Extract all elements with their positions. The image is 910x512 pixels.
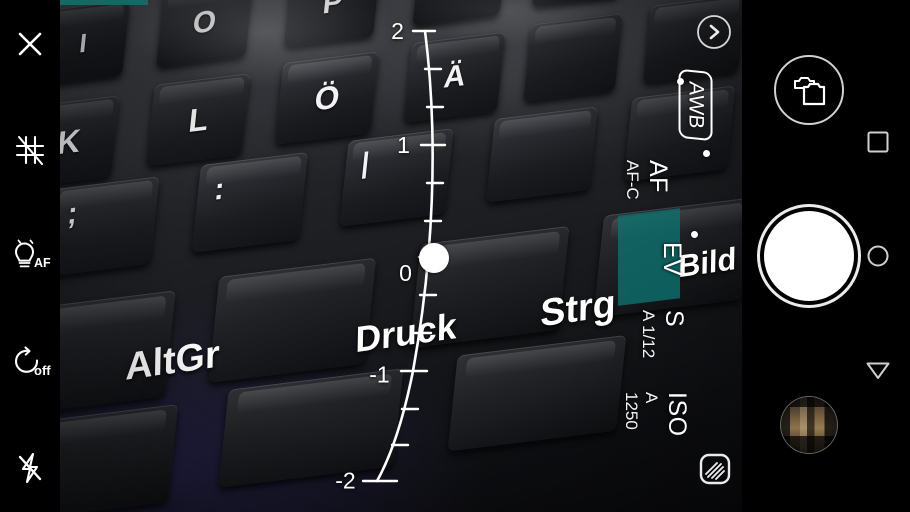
gallery-thumbnail[interactable] xyxy=(780,396,838,454)
preview-top-tint xyxy=(60,0,148,5)
camera-app-root: I O P K L Ö Ä ; : | AltGr Druck Strg Bil… xyxy=(0,0,910,512)
nav-home-button[interactable] xyxy=(860,238,896,274)
flash-off-icon[interactable] xyxy=(0,440,60,496)
self-timer-icon[interactable]: off xyxy=(0,334,60,390)
nav-recents-button[interactable] xyxy=(860,124,896,160)
af-assist-label: AF xyxy=(34,256,51,270)
right-toolbar xyxy=(742,0,910,512)
af-assist-icon[interactable]: AF xyxy=(0,226,60,282)
left-toolbar: AF off xyxy=(0,0,60,512)
shutter-button[interactable] xyxy=(764,211,854,301)
nav-back-button[interactable] xyxy=(860,352,896,388)
camera-preview[interactable]: I O P K L Ö Ä ; : | AltGr Druck Strg xyxy=(60,0,742,512)
self-timer-label: off xyxy=(34,363,51,378)
switch-camera-icon[interactable] xyxy=(774,55,844,125)
preview-image-keyboard: I O P K L Ö Ä ; : | AltGr Druck Strg xyxy=(60,0,742,512)
close-icon[interactable] xyxy=(0,16,60,72)
grid-off-icon[interactable] xyxy=(0,122,60,178)
